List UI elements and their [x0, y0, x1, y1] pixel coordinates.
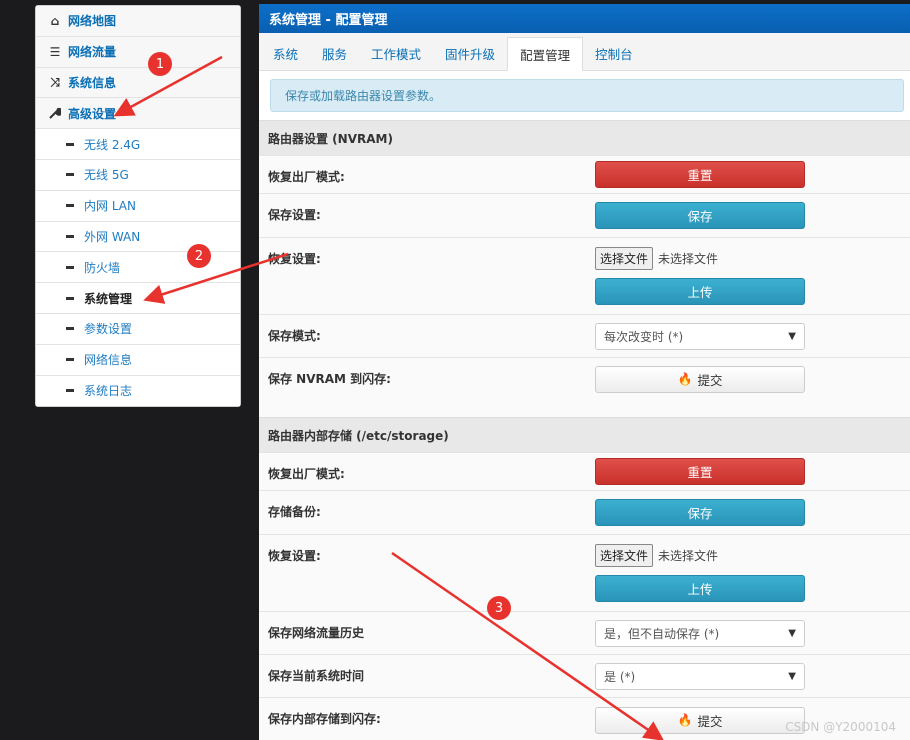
watermark: CSDN @Y2000104 — [785, 720, 896, 734]
annotation-marker-3: 3 — [487, 596, 511, 620]
arrow-2 — [143, 252, 289, 304]
annotation-marker-2: 2 — [187, 244, 211, 268]
annotation-marker-1: 1 — [148, 52, 172, 76]
annotation-arrows — [113, 55, 665, 740]
arrow-3 — [391, 551, 665, 740]
